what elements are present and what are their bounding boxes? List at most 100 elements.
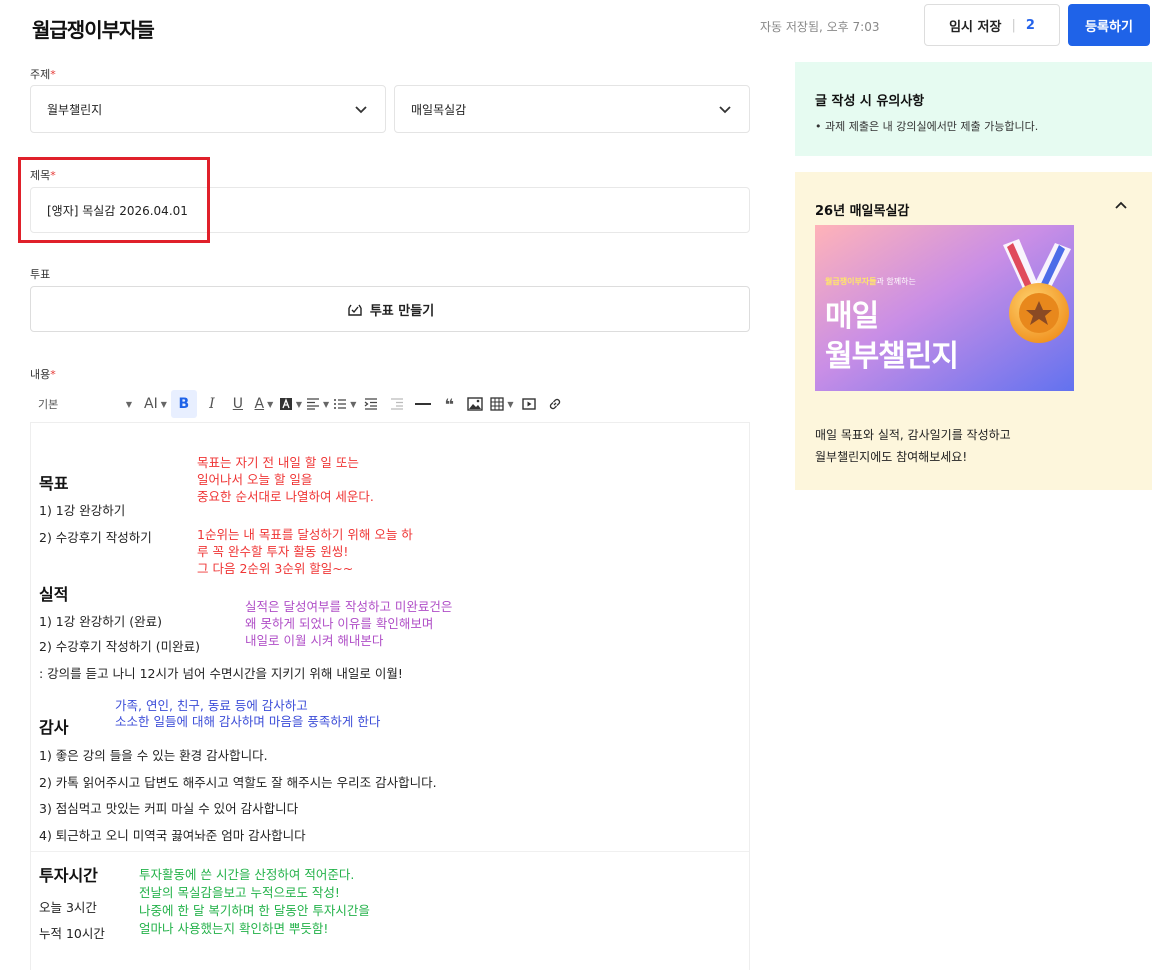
- chevron-up-icon[interactable]: [1113, 198, 1129, 214]
- goal-item: 1) 1강 완강하기: [39, 503, 126, 518]
- promo-description-line: 월부챌린지에도 참여해보세요!: [815, 450, 968, 464]
- align-left-icon: [307, 398, 320, 410]
- video-button[interactable]: [518, 390, 540, 418]
- quote-icon: ❝: [444, 394, 455, 414]
- create-poll-button[interactable]: 투표 만들기: [30, 286, 750, 332]
- topic-label: 주제*: [30, 66, 56, 82]
- autosave-status: 자동 저장됨, 오후 7:03: [760, 20, 880, 34]
- underline-button[interactable]: U: [227, 390, 249, 418]
- chevron-down-icon: ▼: [323, 399, 330, 409]
- bullet-list-icon: [334, 399, 347, 409]
- temp-save-count: 2: [1025, 17, 1035, 33]
- result-item: : 강의를 듣고 나니 12시가 넘어 수면시간을 지키기 위해 내일로 이월!: [39, 666, 403, 681]
- goal-note: 중요한 순서대로 나열하여 세운다.: [197, 489, 374, 504]
- topic-label-text: 주제: [30, 68, 51, 81]
- thanks-item: 1) 좋은 강의 들을 수 있는 환경 감사합니다.: [39, 748, 268, 763]
- banner-headline-1: 매일: [825, 299, 879, 334]
- highlight-color-button[interactable]: ▼: [279, 390, 302, 418]
- thanks-heading: 감사: [39, 718, 69, 737]
- thanks-note: 소소한 일들에 대해 감사하며 마음을 풍족하게 한다: [115, 714, 381, 729]
- chevron-down-icon: ▼: [267, 399, 274, 409]
- result-heading: 실적: [39, 585, 69, 604]
- quote-button[interactable]: ❝: [438, 390, 460, 418]
- chevron-down-icon: ▼: [295, 399, 303, 409]
- editor-toolbar: 기본 ▼ AI ▼ B I U A ▼ ▼ ▼ ▼ ❝ ▼: [30, 386, 750, 422]
- banner-headline-2: 월부챌린지: [825, 339, 959, 374]
- font-size-button[interactable]: AI ▼: [144, 390, 167, 418]
- chevron-down-icon: ▼: [160, 399, 167, 409]
- font-size-icon: AI: [144, 396, 158, 412]
- promo-title: 26년 매일목실감: [815, 204, 910, 219]
- goal-heading: 목표: [39, 474, 69, 493]
- thanks-item: 2) 카톡 읽어주시고 답변도 해주시고 역할도 잘 해주시는 우리조 감사합니…: [39, 775, 437, 790]
- outdent-icon: [391, 398, 404, 410]
- chevron-down-icon: ▼: [507, 399, 514, 409]
- invest-heading: 투자시간: [39, 866, 98, 885]
- banner-tagline-rest: 과 함께하는: [876, 277, 916, 286]
- topic-select-secondary-value: 매일목실감: [411, 102, 467, 117]
- horizontal-rule-icon: [415, 403, 432, 405]
- topic-select-primary[interactable]: 월부챌린지: [30, 85, 386, 133]
- chevron-down-icon: [719, 106, 731, 114]
- result-item: 1) 1강 완강하기 (완료): [39, 614, 162, 629]
- invest-note: 얼마나 사용했는지 확인하면 뿌듯함!: [139, 921, 329, 936]
- link-button[interactable]: [544, 390, 566, 418]
- notice-item-text: 과제 제출은 내 강의실에서만 제출 가능합니다.: [825, 120, 1039, 133]
- indent-icon: [364, 398, 378, 410]
- highlight-icon: [279, 398, 292, 410]
- banner-brand: 월급쟁이부자들: [825, 277, 877, 286]
- required-mark: *: [50, 368, 56, 381]
- topic-select-primary-value: 월부챌린지: [47, 102, 103, 117]
- required-mark: *: [50, 68, 56, 81]
- promo-description: 매일 목표와 실적, 감사일기를 작성하고 월부챌린지에도 참여해보세요!: [815, 424, 1011, 468]
- result-note: 내일로 이월 시켜 해내본다: [245, 633, 384, 648]
- italic-button[interactable]: I: [201, 390, 223, 418]
- align-button[interactable]: ▼: [306, 390, 329, 418]
- table-button[interactable]: ▼: [490, 390, 514, 418]
- banner-tagline: 월급쟁이부자들과 함께하는: [825, 276, 916, 287]
- outdent-button[interactable]: [386, 390, 408, 418]
- annotation-highlight-box: [18, 157, 210, 243]
- list-button[interactable]: ▼: [333, 390, 356, 418]
- paragraph-style-select[interactable]: 기본 ▼: [30, 390, 140, 418]
- goal-note: 일어나서 오늘 할 일을: [197, 472, 313, 487]
- thanks-item: 4) 퇴근하고 오니 미역국 끓여놔준 엄마 감사합니다: [39, 828, 306, 843]
- video-icon: [521, 398, 536, 410]
- bold-button[interactable]: B: [170, 390, 197, 418]
- temp-save-separator: |: [1011, 17, 1016, 33]
- topic-select-secondary[interactable]: 매일목실감: [394, 85, 750, 133]
- ballot-box-icon: [348, 304, 362, 316]
- thanks-item: 3) 점심먹고 맛있는 커피 마실 수 있어 감사합니다: [39, 801, 299, 816]
- indent-button[interactable]: [360, 390, 382, 418]
- chevron-down-icon: ▼: [350, 399, 357, 409]
- poll-label: 투표: [30, 268, 51, 281]
- invest-total: 누적 10시간: [39, 926, 105, 941]
- goal-item: 2) 수강후기 작성하기: [39, 530, 152, 545]
- link-icon: [549, 398, 560, 410]
- thanks-note: 가족, 연인, 친구, 동료 등에 감사하고: [115, 698, 308, 713]
- temp-save-button[interactable]: 임시 저장 | 2: [924, 4, 1060, 46]
- table-icon: [490, 397, 504, 411]
- goal-note: 1순위는 내 목표를 달성하기 위해 오늘 하: [197, 527, 413, 542]
- chevron-down-icon: ▼: [125, 399, 132, 409]
- submit-button[interactable]: 등록하기: [1068, 4, 1150, 46]
- top-header: 월급쟁이부자들 자동 저장됨, 오후 7:03 임시 저장 | 2 등록하기: [0, 0, 1161, 56]
- paragraph-style-value: 기본: [38, 398, 59, 411]
- writing-notice-panel: 글 작성 시 유의사항 • 과제 제출은 내 강의실에서만 제출 가능합니다.: [795, 62, 1152, 156]
- challenge-banner-image[interactable]: 월급쟁이부자들과 함께하는 매일 월부챌린지: [815, 225, 1074, 391]
- font-color-button[interactable]: A ▼: [253, 390, 275, 418]
- image-icon: [467, 397, 484, 411]
- result-note: 실적은 달성여부를 작성하고 미완료건은: [245, 599, 453, 614]
- content-editor[interactable]: 목표 1) 1강 완강하기 2) 수강후기 작성하기 목표는 자기 전 내일 할…: [30, 422, 750, 970]
- horizontal-rule-button[interactable]: [412, 390, 434, 418]
- goal-note: 그 다음 2순위 3순위 할일~~: [197, 561, 354, 576]
- notice-item: • 과제 제출은 내 강의실에서만 제출 가능합니다.: [815, 120, 1039, 133]
- image-button[interactable]: [464, 390, 486, 418]
- invest-note: 나중에 한 달 복기하며 한 달동안 투자시간을: [139, 903, 370, 918]
- invest-note: 투자활동에 쓴 시간을 산정하여 적어준다.: [139, 867, 355, 882]
- invest-note: 전날의 목실감을보고 누적으로도 작성!: [139, 885, 340, 900]
- result-item: 2) 수강후기 작성하기 (미완료): [39, 639, 201, 654]
- logo[interactable]: 월급쟁이부자들: [32, 14, 155, 43]
- temp-save-label: 임시 저장: [949, 19, 1002, 35]
- content-label: 내용*: [30, 366, 56, 382]
